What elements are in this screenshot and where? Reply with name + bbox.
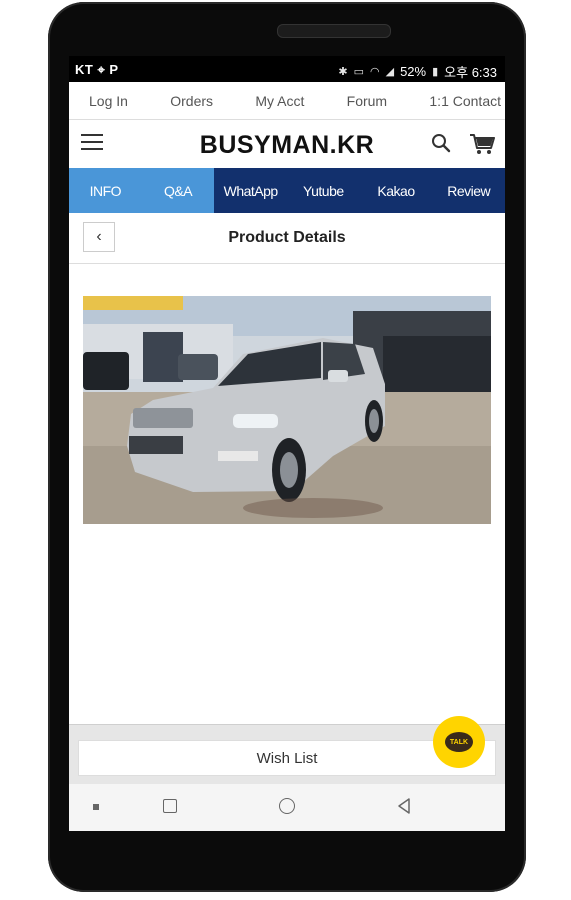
tab-youtube[interactable]: Yutube (287, 168, 360, 213)
status-bar: KT ⌖ P ✱ ▭ ◠ ◢ 52% ▮ 오후 6:33 (69, 56, 505, 82)
page-title: Product Details (228, 229, 346, 246)
nav-myacct-link[interactable]: My Acct (255, 93, 304, 109)
vibrate-icon: ▭ (353, 66, 364, 78)
battery-percent: 52% (400, 64, 427, 79)
signal-icon: ◢ (385, 66, 395, 78)
status-icons: ✱ ▭ ◠ ◢ 52% ▮ 오후 6:33 (338, 62, 497, 81)
nav-dot-icon[interactable] (93, 804, 99, 810)
clock: 오후 6:33 (444, 65, 497, 80)
wifi-icon: ◠ (369, 66, 380, 78)
nav-login-link[interactable]: Log In (89, 93, 128, 109)
battery-icon: ▮ (432, 66, 439, 78)
product-photo[interactable] (83, 296, 491, 524)
top-nav: Log In Orders My Acct Forum 1:1 Contact (69, 82, 505, 120)
tab-whatsapp[interactable]: WhatApp (214, 168, 288, 213)
category-tabs: INFO Q&A WhatApp Yutube Kakao Review (69, 168, 505, 213)
kakao-talk-button[interactable]: TALK (433, 716, 485, 768)
carrier-label: KT ⌖ P (75, 62, 119, 77)
tab-review[interactable]: Review (432, 168, 505, 213)
back-icon[interactable] (395, 797, 413, 815)
home-icon[interactable] (279, 798, 295, 814)
tab-kakao[interactable]: Kakao (359, 168, 433, 213)
bluetooth-icon: ✱ (338, 66, 348, 78)
search-icon[interactable] (431, 133, 451, 153)
recent-apps-icon[interactable] (163, 799, 177, 813)
talk-icon: TALK (445, 732, 473, 752)
cart-icon[interactable] (469, 133, 495, 155)
tab-qna[interactable]: Q&A (141, 168, 215, 213)
android-nav-bar (69, 784, 505, 831)
site-header: BUSYMAN.KR (69, 121, 505, 167)
speaker-grille (277, 24, 391, 38)
tab-info[interactable]: INFO (69, 168, 142, 213)
nav-forum-link[interactable]: Forum (347, 93, 387, 109)
page-subheader: ‹ Product Details (69, 213, 505, 264)
nav-orders-link[interactable]: Orders (170, 93, 213, 109)
phone-screen: KT ⌖ P ✱ ▭ ◠ ◢ 52% ▮ 오후 6:33 Log In Orde… (69, 56, 505, 831)
nav-contact-link[interactable]: 1:1 Contact (429, 93, 501, 109)
